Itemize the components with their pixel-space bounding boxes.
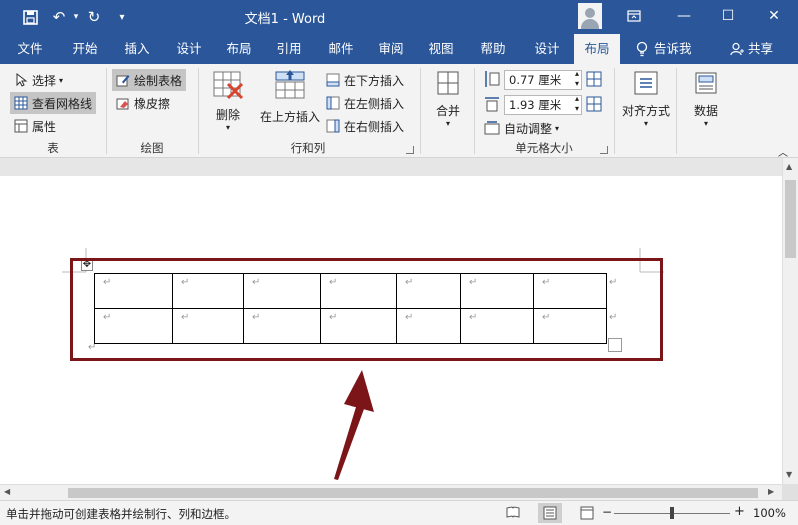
properties-button[interactable]: 属性 xyxy=(12,116,58,136)
horizontal-scrollbar[interactable]: ◀ ▶ xyxy=(0,484,782,500)
tab-layout[interactable]: 布局 xyxy=(216,34,262,64)
read-mode-icon[interactable] xyxy=(506,506,520,521)
annotation-arrow-icon xyxy=(334,370,374,480)
account-avatar[interactable] xyxy=(578,3,602,29)
group-label-draw: 绘图 xyxy=(140,141,164,155)
group-label-rows-columns: 行和列 xyxy=(290,141,326,155)
zoom-in-icon[interactable]: + xyxy=(734,504,745,519)
tab-design[interactable]: 设计 xyxy=(166,34,212,64)
cursor-arrow-icon xyxy=(14,72,28,87)
vertical-scrollbar[interactable]: ▲ ▼ xyxy=(782,158,798,484)
tab-mailings[interactable]: 邮件 xyxy=(318,34,364,64)
zoom-out-icon[interactable]: − xyxy=(602,505,612,519)
group-label-table: 表 xyxy=(47,141,59,155)
tab-view[interactable]: 视图 xyxy=(418,34,464,64)
title-bar: ↶ ▾ ↻ ▾ 文档1 - Word — ☐ ✕ xyxy=(0,0,798,34)
share-button[interactable]: 共享 xyxy=(748,34,778,64)
insert-right-icon xyxy=(326,119,340,133)
column-width-icon xyxy=(484,95,500,113)
eraser-button[interactable]: 橡皮擦 xyxy=(116,93,170,113)
gridlines-icon xyxy=(14,96,28,110)
select-button[interactable]: 选择 ▾ xyxy=(12,70,65,90)
ribbon-display-icon[interactable] xyxy=(620,4,648,28)
spin-arrows-icon[interactable]: ▴ ▾ xyxy=(575,69,579,89)
tell-me-box[interactable]: 告诉我 xyxy=(654,34,704,64)
lightbulb-icon[interactable] xyxy=(632,34,652,64)
tab-review[interactable]: 审阅 xyxy=(368,34,414,64)
row-height-input[interactable]: 0.77 厘米 ▴ ▾ xyxy=(504,69,582,90)
minimize-button[interactable]: — xyxy=(670,4,698,28)
close-button[interactable]: ✕ xyxy=(760,4,788,28)
insert-left-icon xyxy=(326,96,340,110)
scroll-right-icon[interactable]: ▶ xyxy=(768,487,774,496)
row-height-icon xyxy=(484,70,500,88)
status-message: 单击并拖动可创建表格并绘制行、列和边框。 xyxy=(6,507,236,521)
ribbon-tabs: 文件 开始 插入 设计 布局 引用 邮件 审阅 视图 帮助 设计 布局 告诉我 … xyxy=(0,34,798,64)
annotation-highlight-box xyxy=(70,258,663,361)
insert-right-button[interactable]: 在右侧插入 xyxy=(326,116,404,136)
scroll-down-icon[interactable]: ▼ xyxy=(786,470,792,479)
alignment-button[interactable]: 对齐方式 ▾ xyxy=(618,70,674,134)
distribute-columns-icon[interactable] xyxy=(586,96,602,112)
zoom-level[interactable]: 100% xyxy=(753,506,786,520)
window-title: 文档1 - Word xyxy=(244,12,326,27)
scrollbar-corner xyxy=(782,484,798,500)
tab-insert[interactable]: 插入 xyxy=(114,34,160,64)
delete-table-icon xyxy=(212,70,244,100)
tab-references[interactable]: 引用 xyxy=(266,34,312,64)
horizontal-scroll-thumb[interactable] xyxy=(68,488,758,498)
insert-above-icon xyxy=(274,70,306,100)
collapse-ribbon-icon[interactable]: ︿ xyxy=(778,144,788,159)
autofit-button[interactable]: 自动调整 ▾ xyxy=(484,118,559,138)
rows-columns-launcher-icon[interactable] xyxy=(406,146,414,154)
pencil-table-icon xyxy=(116,73,130,87)
column-width-input[interactable]: 1.93 厘米 ▴ ▾ xyxy=(504,94,582,115)
print-layout-icon[interactable] xyxy=(538,503,562,523)
share-person-icon[interactable] xyxy=(728,34,746,64)
group-separator xyxy=(614,68,615,154)
spin-arrows-icon[interactable]: ▴ ▾ xyxy=(575,94,579,114)
draw-table-button[interactable]: 绘制表格 xyxy=(112,69,187,91)
zoom-slider-thumb[interactable] xyxy=(670,507,674,519)
tab-help[interactable]: 帮助 xyxy=(470,34,516,64)
tab-home[interactable]: 开始 xyxy=(62,34,108,64)
vertical-scroll-thumb[interactable] xyxy=(785,180,796,258)
data-button[interactable]: 数据 ▾ xyxy=(688,70,724,134)
merge-button[interactable]: 合并 ▾ xyxy=(430,70,466,134)
tab-table-layout[interactable]: 布局 xyxy=(574,34,620,64)
ribbon: 选择 ▾ 查看网格线 属性 表 绘制表格 橡皮擦 绘图 删除 ▾ 在上方插入 在下… xyxy=(0,64,798,159)
eraser-icon xyxy=(116,96,130,110)
scroll-left-icon[interactable]: ◀ xyxy=(4,487,10,496)
merge-cells-icon xyxy=(436,70,460,96)
insert-below-icon xyxy=(326,73,340,87)
alignment-icon xyxy=(633,70,659,96)
group-separator xyxy=(676,68,677,154)
delete-button[interactable]: 删除 ▾ xyxy=(208,70,248,134)
insert-left-button[interactable]: 在左侧插入 xyxy=(326,93,404,113)
status-bar: 单击并拖动可创建表格并绘制行、列和边框。 − + 100% xyxy=(0,500,798,525)
view-gridlines-button[interactable]: 查看网格线 xyxy=(10,92,97,114)
table-properties-icon xyxy=(14,119,28,133)
insert-above-button[interactable]: 在上方插入 xyxy=(258,70,322,130)
group-separator xyxy=(420,68,421,154)
tab-table-design[interactable]: 设计 xyxy=(524,34,570,64)
scroll-up-icon[interactable]: ▲ xyxy=(786,162,792,171)
insert-below-button[interactable]: 在下方插入 xyxy=(326,70,404,90)
tab-file[interactable]: 文件 xyxy=(8,34,52,64)
data-icon xyxy=(693,70,719,96)
distribute-rows-icon[interactable] xyxy=(586,71,602,87)
group-label-cell-size: 单元格大小 xyxy=(515,141,573,155)
maximize-button[interactable]: ☐ xyxy=(714,4,742,28)
cell-size-launcher-icon[interactable] xyxy=(600,146,608,154)
autofit-icon xyxy=(484,121,500,135)
web-layout-icon[interactable] xyxy=(580,506,594,523)
